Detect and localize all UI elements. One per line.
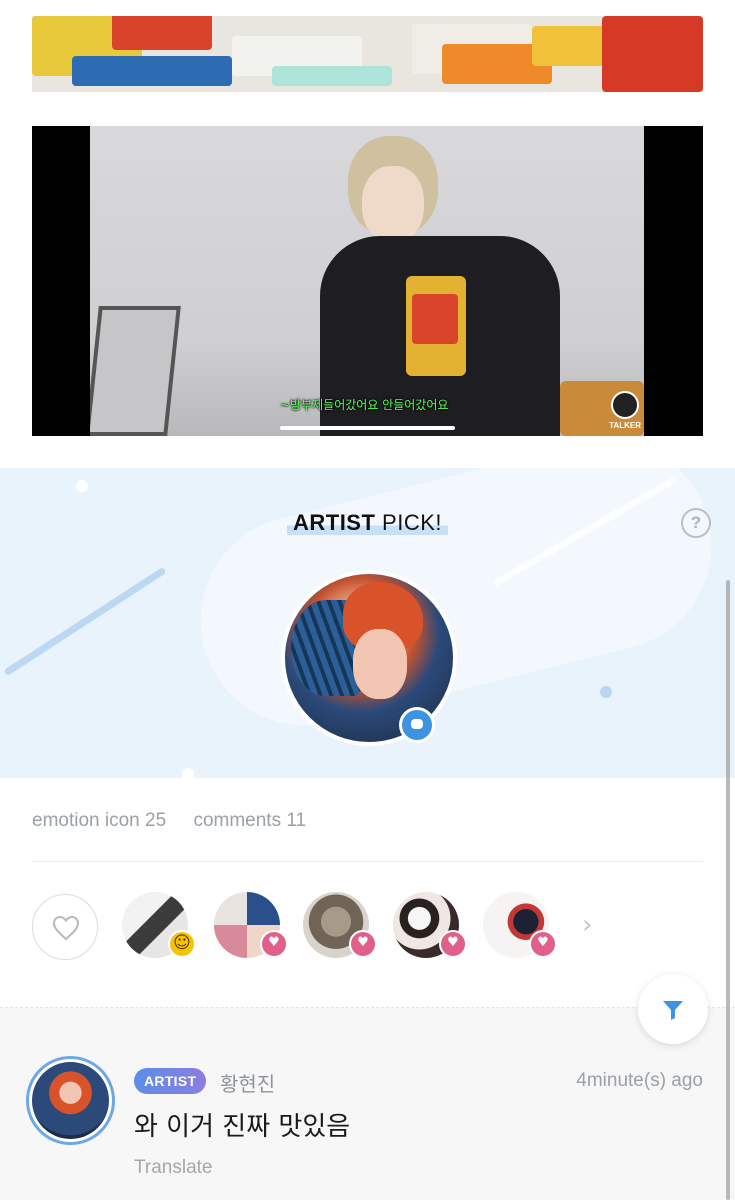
reactor-avatar[interactable] xyxy=(122,892,196,958)
decor-stripe xyxy=(3,566,167,677)
video-player[interactable]: ~방부제들어갔어요 안들어갔어요 TALKER xyxy=(32,126,703,436)
reactor-avatar[interactable] xyxy=(214,892,288,958)
video-frame xyxy=(90,126,644,436)
commenter-avatar[interactable] xyxy=(26,1056,115,1145)
scrollbar[interactable] xyxy=(726,580,730,1200)
heart-emoji-icon xyxy=(260,930,288,958)
reaction-row: › xyxy=(32,892,703,962)
like-button[interactable] xyxy=(32,894,98,960)
reactor-avatar[interactable] xyxy=(393,892,467,958)
emotion-count[interactable]: emotion icon 25 xyxy=(32,810,166,831)
decor-dot xyxy=(182,768,194,778)
talker-logo-icon xyxy=(611,391,640,419)
question-circle-icon[interactable]: ? xyxy=(681,508,711,538)
post-stats: emotion icon 25 comments 11 xyxy=(32,810,328,832)
video-progress-bar[interactable] xyxy=(280,426,455,430)
filter-button[interactable] xyxy=(638,974,708,1044)
comment-count[interactable]: comments 11 xyxy=(193,810,306,831)
artist-badge: ARTIST xyxy=(134,1068,207,1094)
comment-timestamp: 4minute(s) ago xyxy=(576,1070,703,1091)
chevron-right-icon[interactable]: › xyxy=(582,910,592,940)
artist-pick-section: ARTIST PICK! ? xyxy=(0,468,735,778)
video-subtitle: ~방부제들어갔어요 안들어갔어요 xyxy=(280,398,449,412)
reactor-avatar[interactable] xyxy=(483,892,557,958)
heart-emoji-icon xyxy=(439,930,467,958)
comment-bubble-icon xyxy=(399,707,435,743)
decor-dot xyxy=(600,686,612,698)
reactor-avatar[interactable] xyxy=(303,892,377,958)
divider xyxy=(32,861,703,862)
commenter-name[interactable]: 황현진 xyxy=(220,1068,275,1097)
translate-link[interactable]: Translate xyxy=(134,1157,213,1179)
talker-watermark: TALKER xyxy=(609,391,641,430)
top-image xyxy=(32,16,703,92)
heart-outline-icon xyxy=(52,915,80,941)
heart-emoji-icon xyxy=(529,930,557,958)
decor-dot xyxy=(76,480,88,492)
comment-text: 와 이거 진짜 맛있음 xyxy=(134,1112,351,1142)
artist-pick-title: ARTIST PICK! xyxy=(0,510,735,536)
heart-emoji-icon xyxy=(349,930,377,958)
filter-icon xyxy=(663,1001,683,1020)
laugh-emoji-icon xyxy=(168,930,196,958)
